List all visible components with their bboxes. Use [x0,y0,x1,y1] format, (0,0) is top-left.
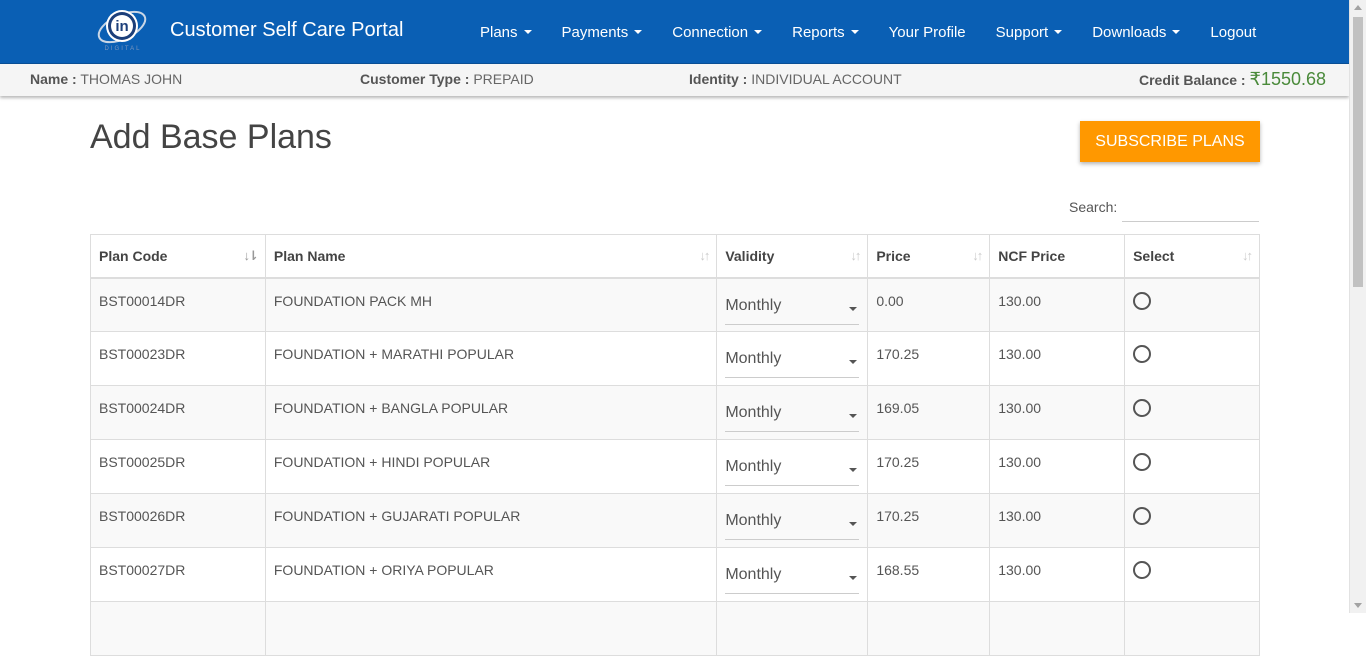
sort-icon: ↓↑ [972,248,983,263]
sort-icon: ↓↑ [1242,248,1253,263]
search-label: Search: [1069,199,1118,215]
table-row: BST00023DR FOUNDATION + MARATHI POPULAR … [90,331,1260,386]
caret-down-icon [1172,30,1181,34]
plan-code: BST00014DR [90,277,266,332]
plan-name: FOUNDATION + BANGLA POPULAR [264,385,718,440]
validity-dropdown[interactable]: Monthly [725,398,860,432]
svg-text:DIGITAL: DIGITAL [105,46,142,52]
table-header-row: Plan Code ↓⇂ Plan Name ↓↑ Validity ↓↑ Price… [90,234,1260,279]
plan-price: 170.25 [867,439,991,494]
validity-dropdown[interactable]: Monthly [725,344,860,378]
nav-plans[interactable]: Plans [465,0,547,64]
table-row [90,601,1260,656]
plan-price: 168.55 [867,547,991,602]
col-validity[interactable]: Validity ↓↑ [716,234,869,279]
plan-price: 170.25 [867,331,991,386]
col-ncf-price: NCF Price [989,234,1126,279]
page-scrollbar[interactable] [1349,0,1366,613]
scroll-up-icon[interactable] [1354,5,1362,10]
validity-dropdown[interactable]: Monthly [725,291,860,325]
nav-connection[interactable]: Connection [657,0,777,64]
customer-type: Customer Type : PREPAID [360,71,534,87]
col-price[interactable]: Price ↓↑ [867,234,991,279]
plan-code: BST00024DR [90,385,266,440]
top-navbar: in DIGITAL Customer Self Care Portal Pla… [0,0,1349,64]
table-row: BST00025DR FOUNDATION + HINDI POPULAR Mo… [90,439,1260,494]
sort-asc-icon: ↓⇂ [243,248,258,263]
plan-price: 169.05 [867,385,991,440]
customer-name: Name : THOMAS JOHN [30,71,183,87]
plan-code: BST00025DR [90,439,266,494]
brand-logo-icon[interactable]: in DIGITAL [95,5,151,53]
table-row: BST00026DR FOUNDATION + GUJARATI POPULAR… [90,493,1260,548]
select-plan-radio[interactable] [1133,399,1152,417]
main-menu: Plans Payments Connection Reports Your P… [465,0,1271,64]
table-row: BST00024DR FOUNDATION + BANGLA POPULAR M… [90,385,1260,440]
col-select[interactable]: Select ↓↑ [1124,234,1260,279]
plan-name: FOUNDATION + GUJARATI POPULAR [264,493,718,548]
plan-name: FOUNDATION PACK MH [264,277,718,332]
dropdown-arrow-icon [849,360,858,364]
sort-icon: ↓↑ [699,248,710,263]
select-plan-radio[interactable] [1133,345,1152,363]
plan-ncf-price: 130.00 [989,277,1126,332]
plan-name: FOUNDATION + HINDI POPULAR [264,439,718,494]
dropdown-arrow-icon [849,306,858,311]
credit-balance-value: ₹1550.68 [1249,69,1327,89]
col-plan-code[interactable]: Plan Code ↓⇂ [90,234,266,279]
plan-name: FOUNDATION + MARATHI POPULAR [264,331,718,386]
validity-dropdown[interactable]: Monthly [725,452,860,486]
select-plan-radio[interactable] [1133,507,1152,525]
table-row: BST00027DR FOUNDATION + ORIYA POPULAR Mo… [90,547,1260,602]
plan-ncf-price: 130.00 [989,547,1126,602]
portal-title[interactable]: Customer Self Care Portal [170,19,403,42]
plan-code: BST00023DR [90,331,266,386]
select-plan-radio[interactable] [1133,291,1152,310]
nav-payments[interactable]: Payments [547,0,658,64]
plan-price: 170.25 [867,493,991,548]
customer-identity: Identity : INDIVIDUAL ACCOUNT [689,71,902,87]
plan-price: 0.00 [867,277,991,332]
nav-your-profile[interactable]: Your Profile [874,0,981,64]
select-plan-radio[interactable] [1133,561,1152,579]
scrollbar-thumb[interactable] [1353,17,1363,287]
credit-balance: Credit Balance : ₹1550.68 [1139,69,1327,89]
nav-reports[interactable]: Reports [777,0,874,64]
subscribe-plans-button[interactable]: SUBSCRIBE PLANS [1080,121,1260,162]
plan-ncf-price: 130.00 [989,331,1126,386]
select-plan-radio[interactable] [1133,453,1152,471]
plan-ncf-price: 130.00 [989,385,1126,440]
scroll-down-icon[interactable] [1354,603,1362,608]
svg-text:in: in [115,18,128,35]
caret-down-icon [754,30,763,34]
caret-down-icon [634,30,643,34]
table-row: BST00014DR FOUNDATION PACK MH Monthly 0.… [90,277,1260,332]
nav-support[interactable]: Support [981,0,1078,64]
customer-info-bar: Name : THOMAS JOHN Customer Type : PREPA… [0,64,1349,96]
dropdown-arrow-icon [849,522,858,526]
plans-table: Plan Code ↓⇂ Plan Name ↓↑ Validity ↓↑ Price… [90,234,1260,656]
page-title: Add Base Plans [90,118,332,156]
dropdown-arrow-icon [849,468,858,472]
plan-code: BST00026DR [90,493,266,548]
dropdown-arrow-icon [849,576,858,580]
nav-downloads[interactable]: Downloads [1077,0,1195,64]
nav-logout[interactable]: Logout [1195,0,1271,64]
plan-ncf-price: 130.00 [989,493,1126,548]
validity-dropdown[interactable]: Monthly [725,506,860,540]
plan-name: FOUNDATION + ORIYA POPULAR [264,547,718,602]
col-plan-name[interactable]: Plan Name ↓↑ [264,234,718,279]
dropdown-arrow-icon [849,414,858,418]
sort-icon: ↓↑ [850,248,861,263]
plan-code: BST00027DR [90,547,266,602]
search-input[interactable] [1122,195,1259,222]
caret-down-icon [1054,30,1063,34]
caret-down-icon [850,30,859,34]
caret-down-icon [523,30,532,34]
validity-dropdown[interactable]: Monthly [725,560,860,594]
plan-ncf-price: 130.00 [989,439,1126,494]
